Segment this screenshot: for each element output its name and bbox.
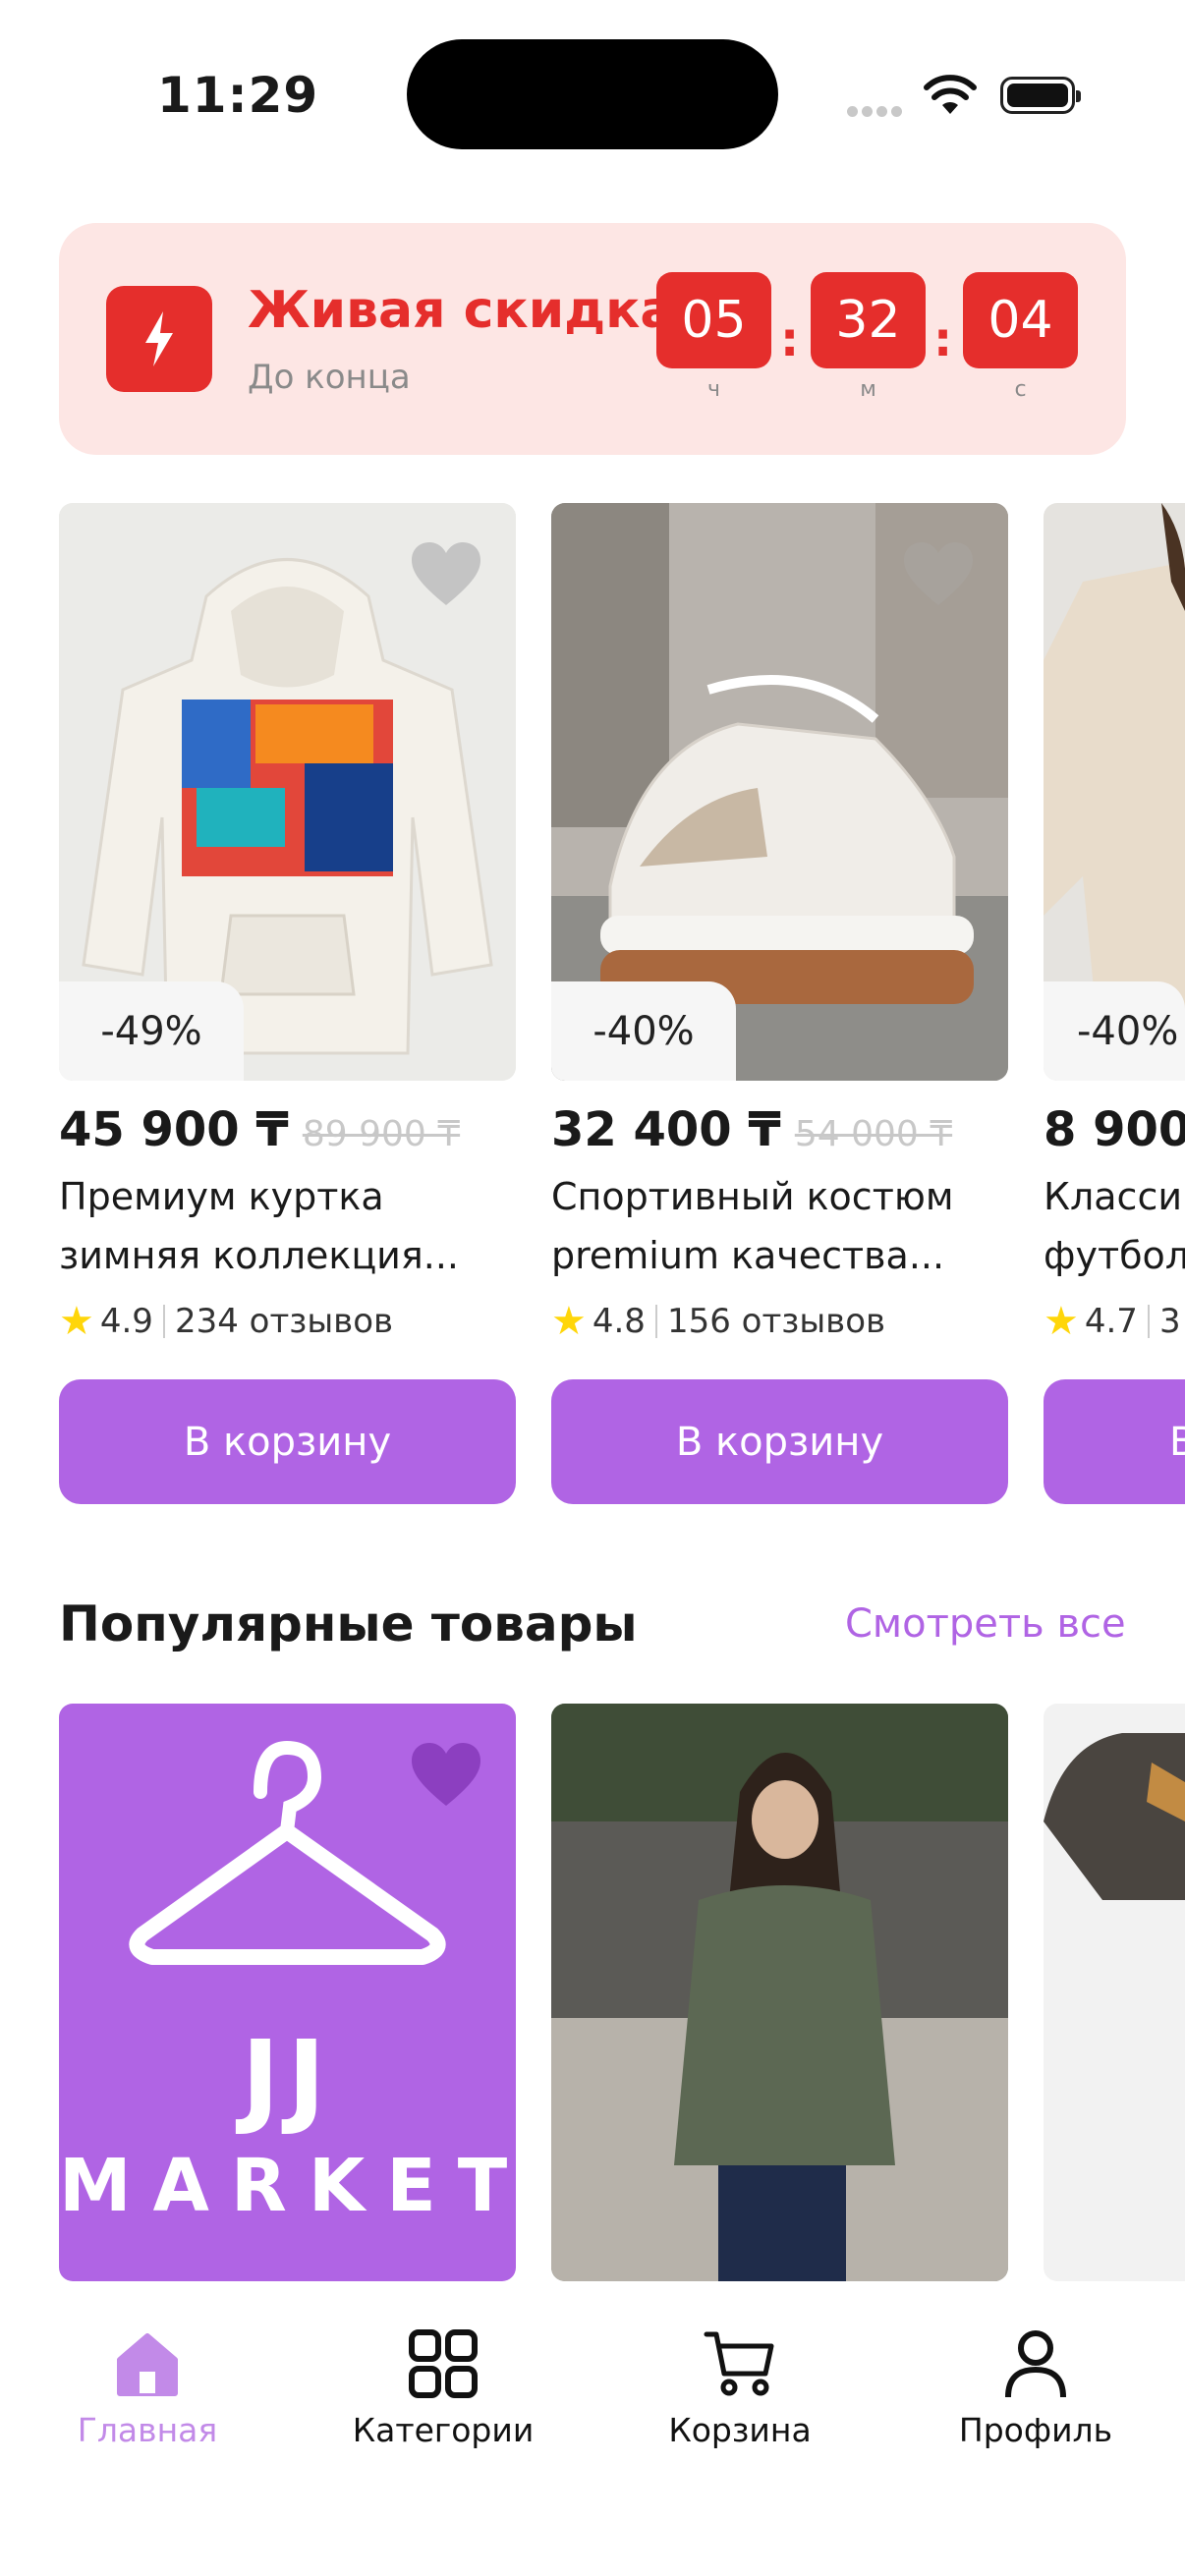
tab-label: Профиль	[958, 2411, 1113, 2449]
product-price: 8 900	[1044, 1102, 1185, 1157]
product-image-sneakers[interactable]: -40%	[551, 503, 1008, 1081]
product-name[interactable]: Класси футбол	[1044, 1167, 1185, 1285]
timer-hours-label: ч	[707, 377, 720, 402]
profile-icon	[1005, 2330, 1066, 2398]
tab-cart[interactable]: Корзина	[592, 2328, 887, 2449]
home-icon	[117, 2333, 178, 2396]
timer-seconds-label: с	[1014, 377, 1027, 402]
product-rating: ★ 4.8 156 отзывов	[551, 1299, 886, 1344]
product-name[interactable]: Премиум куртка зимняя коллекция...	[59, 1167, 521, 1285]
product-rating: ★ 4.9 234 отзывов	[59, 1299, 394, 1344]
battery-icon	[1000, 77, 1081, 114]
banner-title: Живая скидка	[248, 281, 675, 340]
tab-home[interactable]: Главная	[0, 2328, 295, 2449]
product-old-price: 54 000 ₸	[794, 1114, 953, 1154]
wifi-icon	[924, 75, 977, 114]
timer-seconds: 04	[963, 272, 1078, 368]
cellular-signal-icon	[847, 102, 906, 121]
product-image-hoodie[interactable]: -49%	[59, 503, 516, 1081]
see-all-link[interactable]: Смотреть все	[845, 1601, 1126, 1647]
grid-icon	[409, 2329, 478, 2398]
add-to-cart-button[interactable]: В	[1044, 1379, 1185, 1504]
logo-jj: JJ	[241, 2018, 334, 2138]
tab-label: Главная	[77, 2411, 218, 2449]
tab-label: Категории	[352, 2411, 535, 2449]
banner-subtitle: До конца	[248, 358, 411, 397]
star-icon: ★	[59, 1299, 94, 1344]
timer-minutes-label: м	[860, 377, 876, 402]
star-icon: ★	[551, 1299, 587, 1344]
lightning-icon	[106, 286, 212, 392]
star-icon: ★	[1044, 1299, 1079, 1344]
timer-separator: :	[780, 312, 800, 367]
product-name[interactable]: Спортивный костюм premium качества...	[551, 1167, 1013, 1285]
product-old-price: 89 900 ₸	[302, 1114, 461, 1154]
tab-profile[interactable]: Профиль	[888, 2328, 1183, 2449]
product-price: 45 900 ₸ 89 900 ₸	[59, 1102, 461, 1157]
product-price: 32 400 ₸ 54 000 ₸	[551, 1102, 953, 1157]
cart-icon	[704, 2331, 774, 2396]
product-image-thermos[interactable]	[1044, 1704, 1185, 2281]
add-to-cart-button[interactable]: В корзину	[551, 1379, 1008, 1504]
timer-hours: 05	[656, 272, 771, 368]
logo-market: MARKET	[59, 2144, 516, 2228]
favorite-heart-icon[interactable]	[410, 540, 482, 609]
timer-separator: :	[933, 312, 953, 367]
tab-label: Корзина	[668, 2411, 812, 2449]
timer-minutes: 32	[811, 272, 926, 368]
discount-badge: -40%	[551, 981, 736, 1081]
product-image-quilted-jacket[interactable]	[551, 1704, 1008, 2281]
section-title-popular: Популярные товары	[59, 1596, 638, 1652]
dynamic-island	[407, 39, 778, 149]
product-image-tshirt[interactable]: -40%	[1044, 503, 1185, 1081]
tab-categories[interactable]: Категории	[296, 2328, 591, 2449]
status-time: 11:29	[157, 67, 319, 124]
favorite-heart-icon[interactable]	[902, 540, 975, 609]
product-image-jj-market[interactable]: JJ MARKET	[59, 1704, 516, 2281]
product-rating: ★ 4.7 3	[1044, 1299, 1181, 1344]
discount-badge: -49%	[59, 981, 244, 1081]
discount-badge: -40%	[1044, 981, 1185, 1081]
add-to-cart-button[interactable]: В корзину	[59, 1379, 516, 1504]
favorite-heart-icon[interactable]	[410, 1741, 482, 1810]
